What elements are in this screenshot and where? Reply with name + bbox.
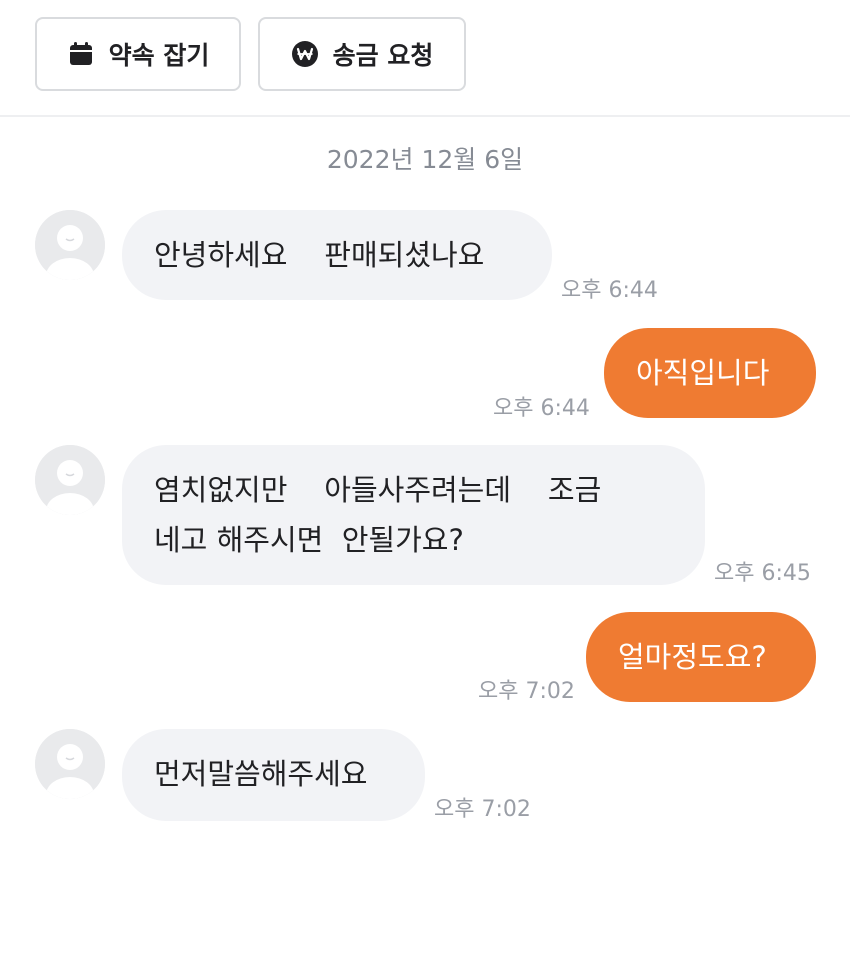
message-timestamp: 오후 6:45	[714, 561, 811, 586]
incoming-message-bubble[interactable]: 염치없지만 아들사주려는데 조금 네고 해주시면 안될가요?	[122, 445, 705, 585]
message-timestamp: 오후 7:02	[478, 679, 575, 704]
remit-request-label: 송금 요청	[332, 41, 434, 70]
incoming-message-bubble[interactable]: 먼저말씀해주세요	[122, 729, 425, 821]
message-timestamp: 오후 6:44	[561, 278, 658, 303]
default-profile-icon	[35, 210, 105, 280]
avatar[interactable]	[35, 729, 105, 799]
won-icon	[291, 40, 319, 68]
avatar[interactable]	[35, 445, 105, 515]
appointment-button[interactable]: 약속 잡기	[35, 17, 241, 91]
chat-action-toolbar: 약속 잡기 송금 요청	[0, 0, 850, 117]
default-profile-icon	[35, 445, 105, 515]
outgoing-message-bubble[interactable]: 아직입니다	[604, 328, 816, 418]
avatar[interactable]	[35, 210, 105, 280]
outgoing-message-bubble[interactable]: 얼마정도요?	[586, 612, 816, 702]
appointment-label: 약속 잡기	[108, 41, 210, 70]
default-profile-icon	[35, 729, 105, 799]
message-timestamp: 오후 6:44	[493, 396, 590, 421]
incoming-message-bubble[interactable]: 안녕하세요 판매되셨나요	[122, 210, 552, 300]
message-timestamp: 오후 7:02	[434, 797, 531, 822]
remit-request-button[interactable]: 송금 요청	[258, 17, 466, 91]
date-separator: 2022년 12월 6일	[326, 145, 524, 174]
calendar-icon	[67, 40, 95, 68]
